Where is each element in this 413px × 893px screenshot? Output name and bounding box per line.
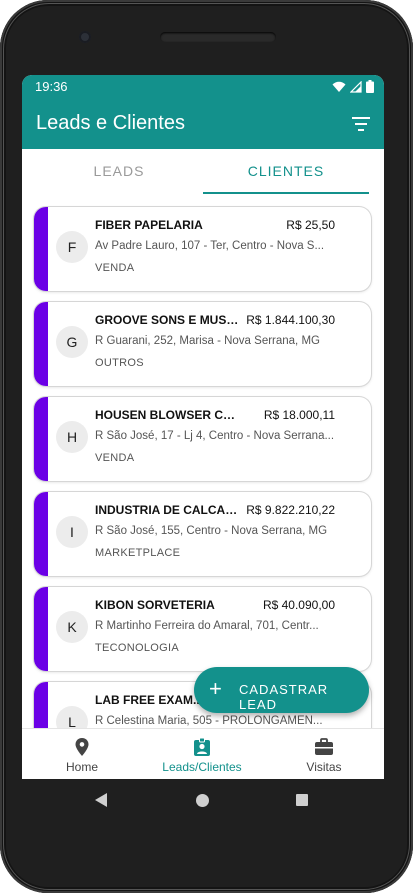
- client-card[interactable]: K KIBON SORVETERIA R$ 40.090,00 R Martin…: [34, 587, 371, 671]
- plus-icon: +: [209, 676, 222, 701]
- fab-label: CADASTRAR LEAD: [239, 682, 329, 712]
- avatar: H: [56, 421, 88, 453]
- avatar: G: [56, 326, 88, 358]
- wifi-icon: [332, 81, 346, 92]
- filter-icon[interactable]: [350, 114, 372, 134]
- client-list[interactable]: F FIBER PAPELARIA R$ 25,50 Av Padre Laur…: [22, 195, 384, 728]
- tab-clientes[interactable]: CLIENTES: [203, 149, 369, 193]
- client-address: R São José, 155, Centro - Nova Serrana, …: [95, 525, 328, 537]
- client-value: R$ 25,50: [286, 218, 335, 232]
- card-stripe: [34, 492, 48, 576]
- client-value: R$ 1.844.100,30: [246, 313, 335, 327]
- avatar: K: [56, 611, 88, 643]
- client-value: R$ 18.000,11: [263, 408, 335, 422]
- status-bar: 19:36: [22, 75, 384, 99]
- nav-visitas-label: Visitas: [306, 760, 342, 774]
- client-address: R Celestina Maria, 505 - PROLONGAMEN...: [95, 715, 323, 727]
- battery-icon: [366, 80, 374, 93]
- tab-indicator: [203, 192, 369, 194]
- avatar: I: [56, 516, 88, 548]
- client-card[interactable]: F FIBER PAPELARIA R$ 25,50 Av Padre Laur…: [34, 207, 371, 291]
- card-stripe: [34, 682, 48, 728]
- nav-home-label: Home: [65, 760, 98, 774]
- earpiece-speaker: [160, 32, 276, 42]
- page-title: Leads e Clientes: [36, 112, 185, 134]
- client-address: Av Padre Lauro, 107 - Ter, Centro - Nova…: [95, 240, 325, 252]
- status-time: 19:36: [35, 79, 68, 94]
- system-nav-bar: [0, 779, 413, 823]
- client-category: OUTROS: [95, 357, 144, 369]
- nav-visitas[interactable]: Visitas: [284, 729, 364, 779]
- client-value: R$ 9.822.210,22: [246, 503, 335, 517]
- location-pin-icon: [75, 738, 89, 756]
- client-card[interactable]: G GROOVE SONS E MUSIC... R$ 1.844.100,30…: [34, 302, 371, 386]
- avatar: L: [56, 706, 88, 728]
- client-name: HOUSEN BLOWSER COMER...: [95, 408, 240, 422]
- avatar: F: [56, 231, 88, 263]
- back-icon[interactable]: [95, 793, 107, 807]
- client-card[interactable]: H HOUSEN BLOWSER COMER... R$ 18.000,11 R…: [34, 397, 371, 481]
- card-stripe: [34, 397, 48, 481]
- client-category: MARKETPLACE: [95, 547, 181, 559]
- signal-icon: [350, 80, 362, 93]
- client-name: GROOVE SONS E MUSIC...: [95, 313, 240, 327]
- client-name: KIBON SORVETERIA: [95, 598, 215, 612]
- client-card[interactable]: I INDUSTRIA DE CALCAD... R$ 9.822.210,22…: [34, 492, 371, 576]
- status-icons: [332, 80, 374, 93]
- tab-bar: LEADS CLIENTES: [22, 149, 384, 195]
- nav-leads-clientes[interactable]: Leads/Clientes: [152, 729, 252, 779]
- card-stripe: [34, 207, 48, 291]
- client-address: R São José, 17 - Lj 4, Centro - Nova Ser…: [95, 430, 335, 442]
- client-category: TECONOLOGIA: [95, 642, 179, 654]
- front-camera: [79, 31, 91, 43]
- tab-leads[interactable]: LEADS: [36, 149, 202, 193]
- card-stripe: [34, 587, 48, 671]
- app-bar: Leads e Clientes: [22, 99, 384, 149]
- client-address: R Martinho Ferreira do Amaral, 701, Cent…: [95, 620, 319, 632]
- cadastrar-lead-button[interactable]: + CADASTRAR LEAD: [194, 667, 369, 713]
- client-name: FIBER PAPELARIA: [95, 218, 203, 232]
- client-value: R$ 40.090,00: [262, 598, 335, 612]
- nav-home[interactable]: Home: [42, 729, 122, 779]
- phone-frame: 19:36 Leads e Clientes LEADS CLIENTES F …: [0, 0, 413, 893]
- home-circle-icon[interactable]: [196, 794, 209, 807]
- client-name: INDUSTRIA DE CALCAD...: [95, 503, 240, 517]
- client-category: VENDA: [95, 452, 135, 464]
- nav-leads-label: Leads/Clientes: [162, 760, 242, 774]
- card-stripe: [34, 302, 48, 386]
- client-category: VENDA: [95, 262, 135, 274]
- bottom-nav: Home Leads/Clientes Visitas: [22, 728, 384, 779]
- recent-apps-icon[interactable]: [296, 794, 308, 806]
- contact-badge-icon: [194, 737, 210, 756]
- app-screen: 19:36 Leads e Clientes LEADS CLIENTES F …: [22, 75, 384, 779]
- client-address: R Guarani, 252, Marisa - Nova Serrana, M…: [95, 335, 320, 347]
- briefcase-icon: [315, 738, 333, 755]
